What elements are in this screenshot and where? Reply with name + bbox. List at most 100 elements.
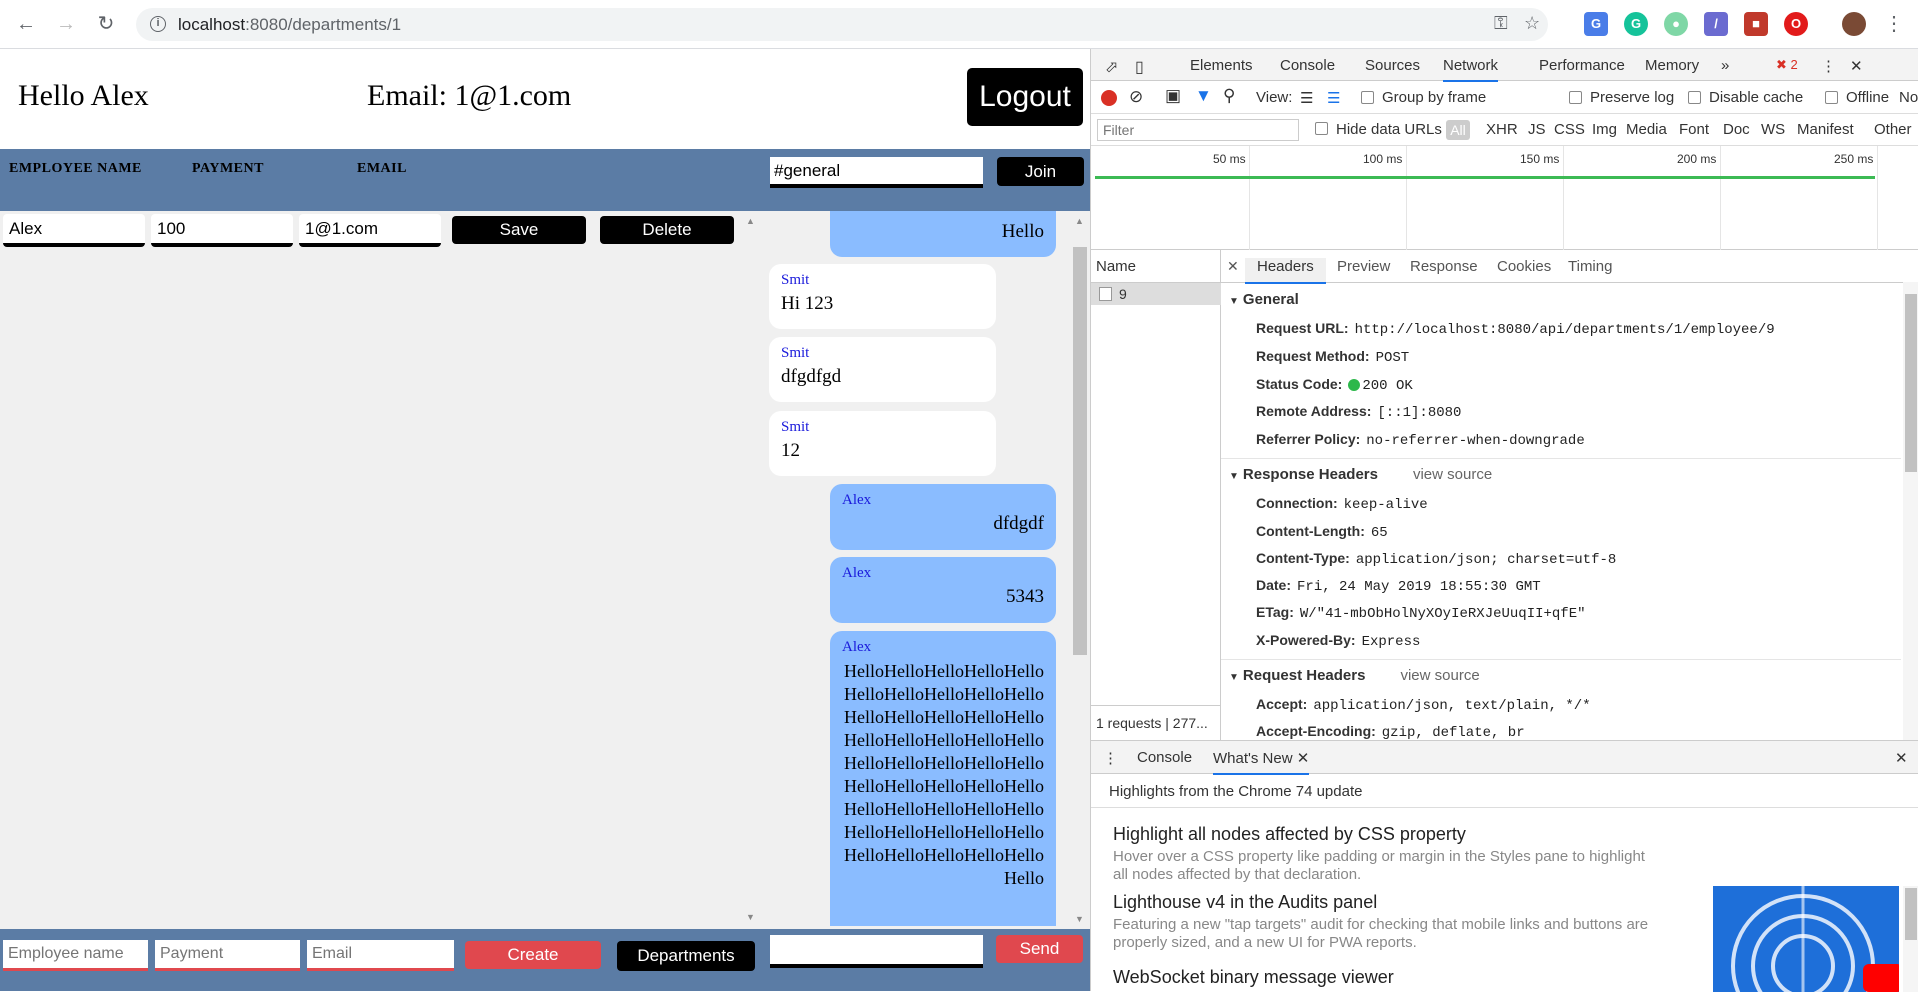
tab-sources[interactable]: Sources [1365,57,1420,74]
bookmark-star-icon[interactable]: ☆ [1524,13,1540,34]
tab-memory[interactable]: Memory [1645,57,1699,74]
clear-icon[interactable]: ⊘ [1129,87,1143,107]
key-icon[interactable]: ⚿ [1494,13,1508,34]
delete-button[interactable]: Delete [600,216,734,244]
new-payment-field[interactable] [155,940,300,971]
tab-timing[interactable]: Timing [1568,258,1612,275]
filter-css[interactable]: CSS [1554,121,1585,138]
scroll-down-icon[interactable]: ▼ [746,912,755,922]
devtools-menu-icon[interactable]: ⋮ [1821,57,1836,75]
tab-cookies[interactable]: Cookies [1497,258,1551,275]
filter-doc[interactable]: Doc [1723,121,1750,138]
request-row[interactable]: 9 [1091,283,1221,305]
back-icon[interactable]: ← [14,12,38,36]
grammarly-extension-icon[interactable]: G [1624,12,1648,36]
preserve-log-checkbox[interactable] [1569,91,1582,104]
tab-console[interactable]: Console [1280,57,1335,74]
scrollbar-thumb[interactable] [1073,247,1087,655]
network-timeline[interactable]: 50 ms 100 ms 150 ms 200 ms 250 ms [1091,146,1918,250]
translate-extension-icon[interactable]: G [1584,12,1608,36]
offline-checkbox[interactable] [1825,91,1838,104]
employee-email-field[interactable] [299,214,441,247]
close-devtools-icon[interactable]: ✕ [1850,57,1863,75]
inspect-icon[interactable]: ⬀ [1105,57,1118,77]
scrollbar-thumb[interactable] [1905,888,1917,940]
url-text[interactable]: localhost:8080/departments/1 [178,15,401,35]
colorpick-extension-icon[interactable]: ● [1664,12,1688,36]
chat-message-input[interactable] [770,935,983,968]
waterfall-icon[interactable]: ☰ [1327,89,1340,107]
filter-other[interactable]: Other [1874,121,1912,138]
create-button[interactable]: Create [465,941,601,969]
channel-input[interactable] [770,157,983,188]
logout-button[interactable]: Logout [967,68,1083,126]
extension-icon[interactable]: ■ [1744,12,1768,36]
join-button[interactable]: Join [997,157,1084,186]
tab-response[interactable]: Response [1410,258,1478,275]
new-email-field[interactable] [307,940,454,971]
search-icon[interactable]: ⚲ [1223,86,1235,106]
close-drawer-icon[interactable]: ✕ [1895,749,1908,767]
chrome-update-video-thumbnail[interactable] [1713,886,1899,992]
filter-ws[interactable]: WS [1761,121,1785,138]
large-rows-icon[interactable]: ☰ [1300,89,1313,107]
tab-preview[interactable]: Preview [1337,258,1390,275]
employee-name-field[interactable] [3,214,145,247]
forward-icon[interactable]: → [54,12,78,36]
tab-performance[interactable]: Performance [1539,57,1625,74]
device-toolbar-icon[interactable]: ▯ [1135,57,1144,77]
profile-avatar[interactable] [1842,12,1866,36]
chat-scrollbar[interactable]: ▲ ▼ [1070,214,1088,926]
news-item-title[interactable]: Lighthouse v4 in the Audits panel [1113,892,1377,913]
tab-headers[interactable]: Headers [1245,258,1326,284]
filter-input[interactable] [1097,119,1299,141]
eyedropper-extension-icon[interactable]: / [1704,12,1728,36]
chrome-menu-icon[interactable]: ⋮ [1882,12,1906,36]
play-icon[interactable] [1863,964,1899,992]
departments-button[interactable]: Departments [617,941,755,971]
drawer-tab-whats-new[interactable]: What's New ✕ [1213,749,1310,775]
drawer-scrollbar[interactable] [1903,886,1918,992]
tab-network[interactable]: Network [1443,57,1499,82]
screenshot-icon[interactable]: ▣ [1165,86,1181,106]
close-tab-icon[interactable]: ✕ [1297,750,1310,767]
filter-js[interactable]: JS [1528,121,1546,138]
filter-xhr[interactable]: XHR [1486,121,1518,138]
address-bar[interactable]: i localhost:8080/departments/1 ⚿ ☆ [136,8,1548,41]
scroll-down-icon[interactable]: ▼ [1075,914,1084,924]
scrollbar-thumb[interactable] [1905,294,1917,472]
hide-data-urls-checkbox[interactable] [1315,122,1328,135]
close-details-icon[interactable]: ✕ [1227,258,1239,275]
new-employee-name-field[interactable] [3,940,148,971]
list-scrollbar[interactable]: ▲ ▼ [744,214,758,924]
general-section[interactable]: ▼ General [1229,291,1299,308]
tab-elements[interactable]: Elements [1190,57,1253,74]
view-source-link[interactable]: view source [1413,466,1492,483]
filter-media[interactable]: Media [1626,121,1667,138]
save-button[interactable]: Save [452,216,586,244]
drawer-tab-console[interactable]: Console [1137,749,1192,766]
disable-cache-checkbox[interactable] [1688,91,1701,104]
more-tabs-icon[interactable]: » [1721,57,1729,74]
info-icon[interactable]: i [150,16,166,32]
record-icon[interactable] [1101,90,1117,106]
request-headers-section[interactable]: ▼ Request Headers view source [1229,667,1480,684]
reload-icon[interactable]: ↻ [94,12,118,36]
scroll-up-icon[interactable]: ▲ [746,216,755,226]
filter-font[interactable]: Font [1679,121,1709,138]
response-headers-section[interactable]: ▼ Response Headers view source [1229,466,1492,483]
opera-extension-icon[interactable]: O [1784,12,1808,36]
send-button[interactable]: Send [996,935,1083,963]
name-column-header[interactable]: Name [1091,250,1221,283]
employee-payment-field[interactable] [151,214,293,247]
scroll-up-icon[interactable]: ▲ [1075,216,1084,226]
drawer-menu-icon[interactable]: ⋮ [1103,749,1118,767]
news-item-title[interactable]: WebSocket binary message viewer [1113,967,1394,988]
view-source-link[interactable]: view source [1400,667,1479,684]
filter-manifest[interactable]: Manifest [1797,121,1854,138]
filter-icon[interactable]: ▼ [1195,86,1212,106]
filter-all[interactable]: All [1446,120,1470,140]
group-by-frame-checkbox[interactable] [1361,91,1374,104]
error-badge[interactable]: ✖ 2 [1776,57,1798,73]
filter-img[interactable]: Img [1592,121,1617,138]
